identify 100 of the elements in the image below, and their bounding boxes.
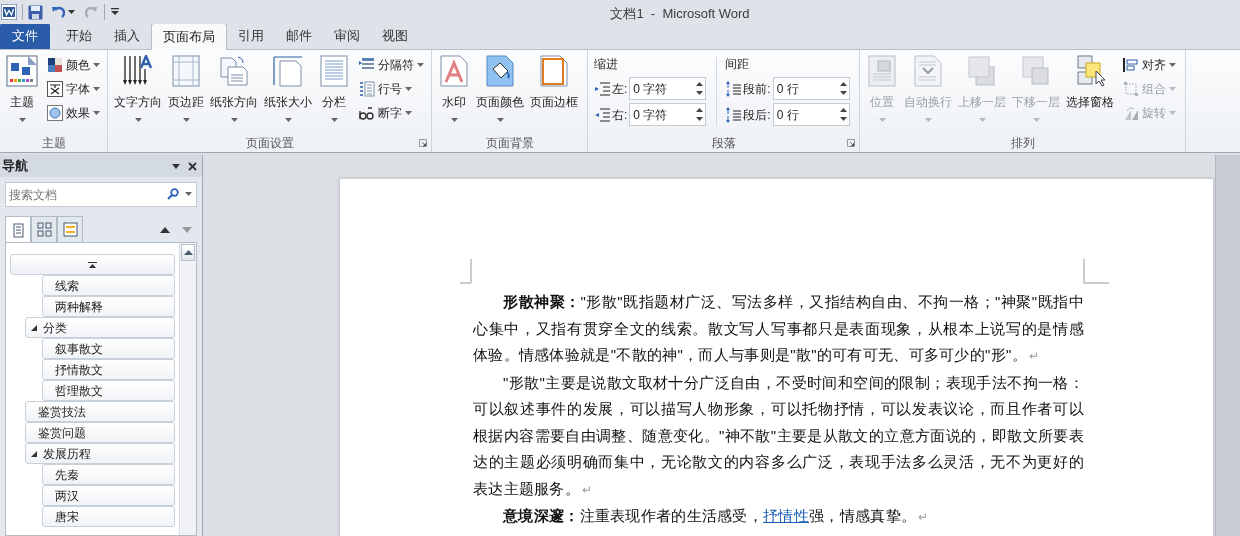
watermark-icon (438, 55, 470, 87)
scrollbar[interactable] (1215, 155, 1240, 536)
align-icon (1123, 57, 1139, 73)
save-icon[interactable] (28, 4, 43, 20)
ribbon-tab[interactable]: 审阅 (323, 23, 371, 49)
heading-item[interactable]: 分类 (25, 317, 175, 338)
undo-icon[interactable] (51, 5, 65, 19)
file-tab[interactable]: 文件 (0, 23, 50, 49)
search-icon[interactable] (167, 188, 179, 200)
position-icon (866, 55, 898, 87)
caret-icon (1169, 111, 1176, 115)
ribbon-tab[interactable]: 邮件 (275, 23, 323, 49)
paragraph: "形散"主要是说散文取材十分广泛自由，不受时间和空间的限制；表现手法不拘一格：可以叙述事件的发展，可以描写人物形象，可以托物抒情，可以发表议论，而且作者可以根据内容需要自由调整、随意变化。"神不散"主要是从散文的立意方面说的，即散文所要表达的主题必须明确而集中，无论散文的内容多么广泛，表现手法多么灵活，无不为更好的表达主题服务。↵ (473, 372, 1084, 499)
previous-icon[interactable] (160, 227, 170, 233)
ribbon-tab[interactable]: 开始 (55, 23, 103, 49)
caret-icon (496, 118, 504, 122)
caret-icon (978, 118, 986, 122)
dialog-launcher-icon[interactable] (419, 139, 427, 147)
pane-menu-icon[interactable] (172, 163, 180, 169)
spin-arrows-icon (696, 81, 704, 96)
caret-icon (1169, 63, 1176, 67)
caret-icon (284, 118, 292, 122)
pane-title: 导航 (2, 157, 29, 176)
dialog-launcher-icon[interactable] (847, 139, 855, 147)
spin-field[interactable]: 0 行 (772, 103, 850, 126)
heading-item[interactable]: 线索 (42, 275, 175, 296)
rotate-icon (1123, 105, 1139, 121)
field-label: 右: (612, 106, 628, 124)
margin-corner-mark (460, 259, 472, 284)
margins-icon (170, 55, 202, 87)
heading-item[interactable]: 先秦 (42, 464, 175, 485)
ribbon-button[interactable]: 分隔符 (358, 54, 425, 76)
spin-arrows-icon (839, 81, 847, 96)
indent-left-icon (594, 80, 610, 97)
heading-item[interactable]: 哲理散文 (42, 380, 175, 401)
ribbon-button[interactable]: 行号 (358, 78, 425, 100)
color-palette-icon (47, 57, 63, 73)
caret-icon (878, 118, 886, 122)
selection-pane-icon (1074, 55, 1106, 87)
heading-item[interactable]: 鉴赏问题 (25, 422, 175, 443)
ribbon-button[interactable]: 纸张大小 (262, 54, 314, 134)
group-label: 主题 (41, 134, 66, 152)
columns-icon (318, 55, 350, 87)
window-title: 文档1 - Microsoft Word (609, 5, 751, 23)
customize-toolbar-icon[interactable] (111, 8, 119, 16)
ribbon-button[interactable]: 颜色 (46, 54, 101, 76)
space-before-icon (725, 80, 742, 97)
ribbon-button[interactable]: 水印 (436, 54, 472, 134)
caret-icon (1032, 118, 1040, 122)
group-label: 段落 (711, 134, 736, 152)
ribbon-tab[interactable]: 引用 (227, 23, 275, 49)
ribbon-tab[interactable]: 页面布局 (151, 23, 227, 50)
heading-item[interactable]: 发展历程 (25, 443, 175, 464)
heading-item[interactable]: 两种解释 (42, 296, 175, 317)
word-logo-icon[interactable] (1, 4, 17, 20)
search-field[interactable]: 搜索文档 (5, 182, 197, 207)
view-tab[interactable] (31, 216, 57, 242)
caret-icon (1169, 87, 1176, 91)
ribbon-tab[interactable]: 插入 (103, 23, 151, 49)
ribbon-button[interactable]: 对齐 (1122, 54, 1177, 76)
heading-item[interactable]: 抒情散文 (42, 359, 175, 380)
pages-view-icon (36, 222, 52, 237)
margin-corner-mark (1083, 259, 1109, 284)
section-heading: 间距 (725, 57, 751, 72)
scroll-up-button[interactable] (181, 244, 195, 261)
ribbon-button[interactable]: 页边距 (166, 54, 206, 134)
view-tab[interactable] (57, 216, 83, 242)
heading-item[interactable]: 两汉 (42, 485, 175, 506)
group-label: 排列 (1010, 134, 1035, 152)
ribbon-button[interactable]: 选择窗格 (1064, 54, 1116, 134)
ribbon-tab[interactable]: 视图 (371, 23, 419, 49)
ribbon-button[interactable]: 页面边框 (528, 54, 580, 134)
collapse-up-icon (88, 261, 97, 268)
ribbon-button[interactable]: 主题 (4, 54, 40, 134)
ribbon-button[interactable]: 纸张方向 (208, 54, 260, 134)
heading-item[interactable]: 鉴赏技法 (25, 401, 175, 422)
caret-icon (134, 118, 142, 122)
link[interactable]: 抒情性 (763, 507, 809, 524)
search-options-icon[interactable] (185, 192, 192, 196)
text-direction-icon (122, 55, 154, 87)
font-icon (47, 81, 63, 97)
page-color-icon (484, 55, 516, 87)
ribbon-button[interactable]: 断字 (358, 102, 425, 124)
caret-icon (230, 118, 238, 122)
bring-forward-icon (966, 55, 998, 87)
orientation-icon (218, 55, 250, 87)
spin-field[interactable]: 0 字符 (629, 103, 707, 126)
heading-item[interactable]: 叙事散文 (42, 338, 175, 359)
ribbon-button[interactable]: 字体 (46, 78, 101, 100)
caret-icon (924, 118, 932, 122)
paragraph: 形散神聚："形散"既指题材广泛、写法多样，又指结构自由、不拘一格；"神聚"既指中心集中，又指有贯穿全文的线索。散文写人写事都只是表面现象，从根本上说写的是情感体验。情感体验就是"不散的神"，而人与事则是"散"的可有可无、可多可少的"形"。↵ (473, 292, 1084, 365)
send-backward-icon (1020, 55, 1052, 87)
spin-field[interactable]: 0 字符 (629, 77, 707, 100)
ribbon-button[interactable]: 文字方向 (112, 54, 164, 134)
ribbon-button[interactable]: 页面颜色 (474, 54, 526, 134)
ribbon-button[interactable]: 效果 (46, 102, 101, 124)
close-icon[interactable] (188, 161, 197, 171)
ribbon-button[interactable]: 分栏 (316, 54, 352, 134)
heading-item[interactable]: 唐宋 (42, 506, 175, 527)
spin-field[interactable]: 0 行 (772, 77, 850, 100)
